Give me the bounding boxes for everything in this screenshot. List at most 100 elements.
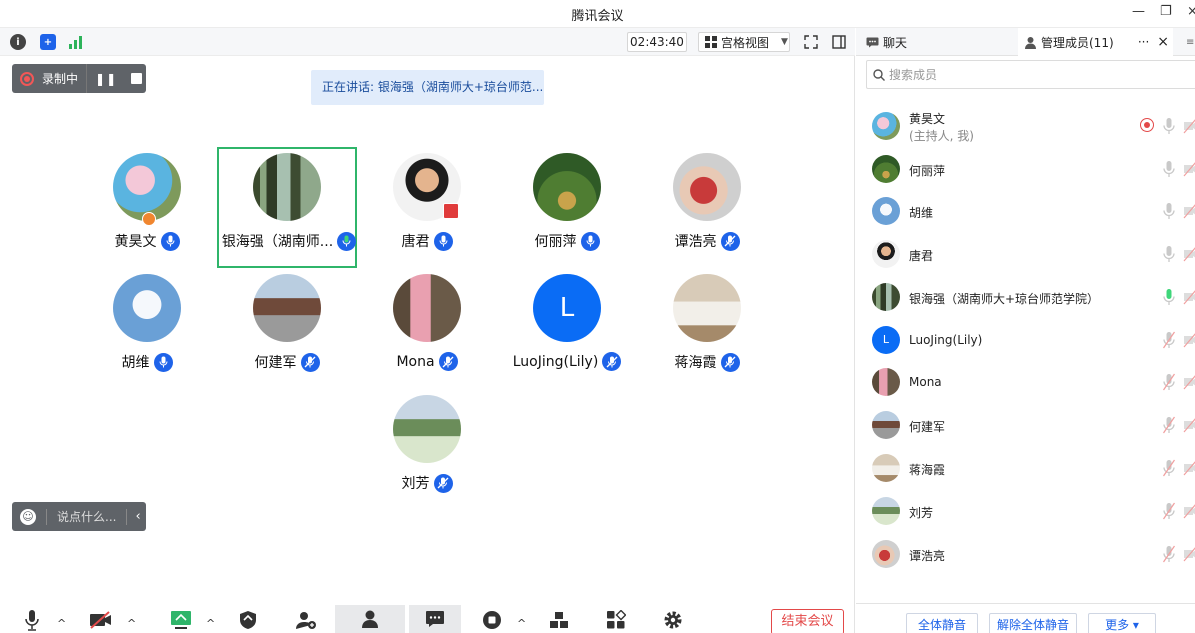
collapse-icon[interactable]: ‹ xyxy=(135,509,140,524)
avatar xyxy=(113,153,181,221)
settings-gear-icon[interactable] xyxy=(661,607,685,633)
unmute-all-button[interactable]: 解除全体静音 xyxy=(989,613,1077,633)
chevron-up-icon[interactable]: ^ xyxy=(57,617,66,630)
mic-muted-icon[interactable] xyxy=(1163,545,1175,563)
mic-icon[interactable] xyxy=(20,607,44,633)
member-row[interactable]: 何建军 xyxy=(856,405,1195,445)
recording-controls: 录制中 ❚❚ xyxy=(12,64,146,93)
participant-name-row: 谭浩亮 xyxy=(637,231,777,251)
tab-overflow-icon[interactable]: ≡ xyxy=(1186,28,1195,56)
mic-icon[interactable] xyxy=(1163,245,1175,263)
mic-speaking-icon[interactable] xyxy=(1163,288,1175,306)
minimize-icon[interactable]: — xyxy=(1132,4,1145,19)
participant-name-row: 何丽萍 xyxy=(497,231,637,251)
chevron-up-icon[interactable]: ^ xyxy=(206,617,215,630)
participant-tile[interactable]: Mona xyxy=(357,268,497,389)
invite-icon[interactable] xyxy=(293,607,319,633)
chevron-up-icon[interactable]: ^ xyxy=(517,617,526,630)
participant-name-row: 黄昊文 xyxy=(77,231,217,251)
mic-muted-icon[interactable] xyxy=(1163,331,1175,349)
close-tab-icon[interactable]: × xyxy=(1157,34,1169,50)
camera-off-icon[interactable] xyxy=(1183,503,1195,519)
member-row[interactable]: 黄昊文 (主持人, 我) xyxy=(856,106,1195,146)
chat-quick-input[interactable]: ☺ 说点什么... ‹ xyxy=(12,502,146,531)
participant-tile[interactable]: 蒋海霞 xyxy=(637,268,777,389)
end-meeting-button[interactable]: 结束会议 xyxy=(771,609,844,633)
shield-icon[interactable]: + xyxy=(40,34,56,50)
view-mode-label: 宫格视图 xyxy=(721,35,770,50)
sidebar-toggle-icon[interactable] xyxy=(830,33,848,51)
mic-muted-icon[interactable] xyxy=(1163,459,1175,477)
member-row[interactable]: 唐君 xyxy=(856,234,1195,274)
chevron-up-icon[interactable]: ^ xyxy=(127,617,136,630)
signal-icon[interactable] xyxy=(68,34,84,50)
member-row[interactable]: Mona xyxy=(856,362,1195,402)
camera-off-icon[interactable] xyxy=(1183,460,1195,476)
member-row[interactable]: L LuoJing(Lily) xyxy=(856,320,1195,360)
participant-tile[interactable]: 胡维 xyxy=(77,268,217,389)
avatar xyxy=(673,153,741,221)
mic-muted-icon[interactable] xyxy=(1163,373,1175,391)
member-row[interactable]: 银海强（湖南师大+琼台师范学院） xyxy=(856,277,1195,317)
camera-off-icon[interactable] xyxy=(1183,246,1195,262)
camera-off-icon[interactable] xyxy=(1183,546,1195,562)
chat-button[interactable] xyxy=(409,605,461,633)
camera-off-icon[interactable] xyxy=(1183,161,1195,177)
participant-tile[interactable]: 刘芳 xyxy=(357,389,497,510)
participant-tile-active[interactable]: 银海强（湖南师... xyxy=(217,147,357,268)
record-icon[interactable] xyxy=(480,607,504,633)
camera-off-icon[interactable] xyxy=(1183,289,1195,305)
participant-tile[interactable]: 何建军 xyxy=(217,268,357,389)
member-search-input[interactable]: 搜索成员 xyxy=(866,60,1195,89)
mic-muted-icon[interactable] xyxy=(1163,416,1175,434)
mic-icon[interactable] xyxy=(1163,202,1175,220)
more-icon[interactable]: ··· xyxy=(1138,35,1149,49)
camera-off-icon[interactable] xyxy=(1183,332,1195,348)
tab-manage-members[interactable]: 管理成员(11) ··· × xyxy=(1018,28,1173,56)
participant-tile[interactable]: 何丽萍 xyxy=(497,147,637,268)
chat-placeholder[interactable]: 说点什么... xyxy=(57,508,116,525)
member-row[interactable]: 胡维 xyxy=(856,191,1195,231)
participant-name-row: 刘芳 xyxy=(357,473,497,493)
fullscreen-icon[interactable] xyxy=(802,33,820,51)
camera-off-icon[interactable] xyxy=(1183,374,1195,390)
member-row[interactable]: 何丽萍 xyxy=(856,149,1195,189)
manage-members-button[interactable] xyxy=(335,605,405,633)
mic-icon[interactable] xyxy=(1163,160,1175,178)
participant-tile[interactable]: 黄昊文 xyxy=(77,147,217,268)
camera-off-icon[interactable] xyxy=(1183,203,1195,219)
close-icon[interactable]: × xyxy=(1187,4,1195,19)
avatar-initial: L xyxy=(872,326,900,354)
mic-icon[interactable] xyxy=(1163,117,1175,135)
participant-tile[interactable]: L LuoJing(Lily) xyxy=(497,268,637,389)
tab-chat[interactable]: 聊天 xyxy=(860,28,913,56)
participant-name: 谭浩亮 xyxy=(674,234,717,250)
mic-icon xyxy=(433,231,453,251)
view-mode-dropdown[interactable]: 宫格视图 ▼ xyxy=(698,32,790,52)
pause-icon[interactable]: ❚❚ xyxy=(95,72,117,86)
info-icon[interactable]: i xyxy=(10,34,26,50)
camera-off-icon[interactable] xyxy=(88,607,114,633)
stop-icon[interactable] xyxy=(131,73,143,84)
camera-off-icon[interactable] xyxy=(1183,417,1195,433)
apps-icon[interactable] xyxy=(604,607,628,633)
member-row[interactable]: 刘芳 xyxy=(856,491,1195,531)
mute-all-button[interactable]: 全体静音 xyxy=(906,613,978,633)
security-icon[interactable] xyxy=(236,607,260,633)
participant-tile[interactable]: 唐君 xyxy=(357,147,497,268)
avatar-initial: L xyxy=(533,274,601,342)
participant-tile[interactable]: 谭浩亮 xyxy=(637,147,777,268)
member-row[interactable]: 谭浩亮 xyxy=(856,534,1195,574)
more-button[interactable]: 更多 ▾ xyxy=(1088,613,1156,633)
member-name: 胡维 xyxy=(909,206,934,220)
layout-icon[interactable] xyxy=(547,607,571,633)
search-placeholder: 搜索成员 xyxy=(889,68,938,82)
participant-name: 银海强（湖南师... xyxy=(221,234,334,250)
restore-icon[interactable]: ❐ xyxy=(1160,4,1172,19)
member-row[interactable]: 蒋海霞 xyxy=(856,448,1195,488)
member-role: (主持人, 我) xyxy=(909,129,974,143)
screen-share-icon[interactable] xyxy=(168,607,194,633)
camera-off-icon[interactable] xyxy=(1183,118,1195,134)
mic-muted-icon[interactable] xyxy=(1163,502,1175,520)
emoji-icon[interactable]: ☺ xyxy=(20,508,36,525)
